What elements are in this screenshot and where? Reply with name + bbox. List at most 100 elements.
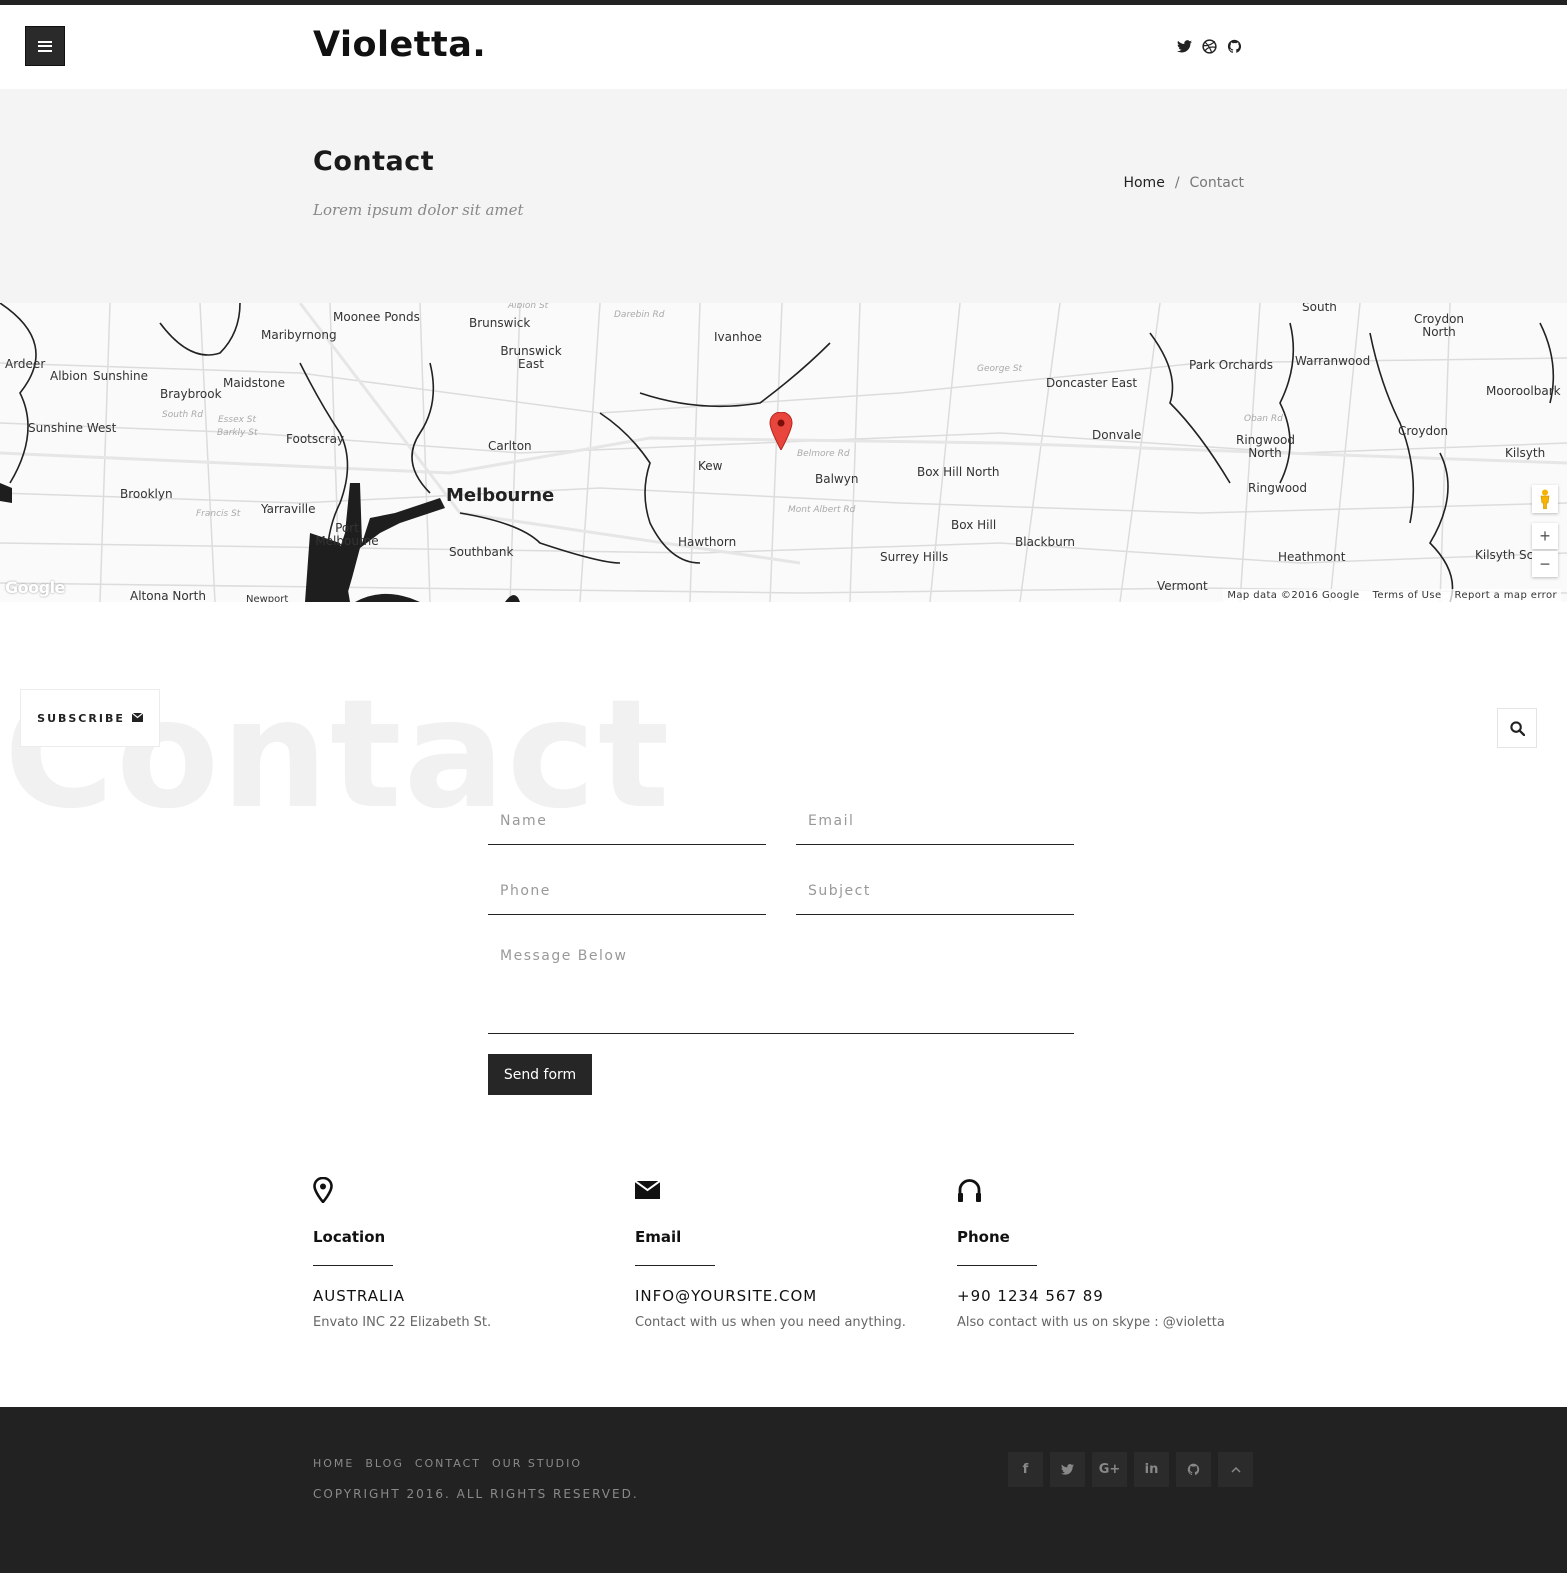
google-logo: Google (5, 578, 65, 597)
map-label: Heathmont (1278, 550, 1346, 564)
email-input[interactable] (796, 797, 1074, 845)
map-label: Sunshine (93, 369, 149, 383)
map-label: Footscray (286, 432, 345, 446)
breadcrumb-separator: / (1174, 175, 1180, 191)
location-pin-icon (313, 1177, 613, 1205)
map-label: Albion (50, 369, 88, 383)
divider (957, 1265, 1037, 1266)
map-label: Blackburn (1015, 535, 1076, 549)
map-label: Melbourne (446, 485, 555, 506)
info-value[interactable]: INFO@YOURSITE.COM (635, 1287, 935, 1305)
page-title: Contact (313, 146, 435, 177)
map-road-label: Essex St (218, 415, 257, 425)
map-road-label: Albion St (508, 303, 549, 311)
map-label: Port Melbourne (315, 521, 379, 549)
info-phone: Phone +90 1234 567 89 Also contact with … (957, 1177, 1257, 1330)
map-report-error-link[interactable]: Report a map error (1455, 590, 1557, 601)
breadcrumb: Home / Contact (1123, 175, 1244, 191)
map-label: Mooroolbark (1486, 384, 1561, 398)
map-road-label: Mont Albert Rd (788, 505, 856, 515)
twitter-icon[interactable] (1050, 1452, 1085, 1487)
map-label: Moonee Ponds (333, 310, 420, 324)
send-form-button[interactable]: Send form (488, 1054, 592, 1095)
map-label: Box Hill North (917, 465, 1000, 479)
divider (635, 1265, 715, 1266)
map-label: Box Hill (951, 518, 997, 532)
info-description: Also contact with us on skype : @violett… (957, 1315, 1225, 1330)
google-map[interactable]: Moonee Ponds Brunswick Brunswick East Iv… (0, 303, 1567, 602)
envelope-icon (635, 1177, 935, 1205)
message-textarea[interactable] (488, 932, 1074, 1034)
street-view-pegman-icon[interactable] (1532, 485, 1558, 513)
map-road-label: George St (977, 364, 1023, 374)
map-label: Surrey Hills (880, 550, 949, 564)
map-label: Newport (246, 594, 289, 602)
map-label: Doncaster East (1046, 376, 1138, 390)
map-road-label: South Rd (162, 410, 203, 420)
map-road-label: Oban Rd (1244, 414, 1283, 424)
site-logo[interactable]: Violetta. (313, 25, 486, 65)
info-title: Phone (957, 1228, 1010, 1246)
linkedin-icon[interactable]: in (1134, 1452, 1169, 1487)
map-label: Southbank (449, 545, 514, 559)
map-road-label: Darebin Rd (614, 310, 665, 320)
facebook-icon[interactable]: f (1008, 1452, 1043, 1487)
page-title-band: Contact Lorem ipsum dolor sit amet Home … (0, 89, 1567, 303)
info-description: Envato INC 22 Elizabeth St. (313, 1315, 492, 1330)
map-label: Ivanhoe (714, 330, 762, 344)
hamburger-icon (38, 40, 52, 52)
map-attribution: Map data ©2016 Google Terms of Use Repor… (1223, 589, 1561, 602)
info-title: Email (635, 1228, 682, 1246)
map-label: Park Orchards (1189, 358, 1274, 372)
footer-social-links: f G+ in (1008, 1452, 1253, 1487)
map-label: Maidstone (223, 376, 285, 390)
menu-toggle-button[interactable] (25, 26, 65, 66)
google-plus-icon[interactable]: G+ (1092, 1452, 1127, 1487)
envelope-icon (131, 712, 144, 725)
copyright-text: COPYRIGHT 2016. ALL RIGHTS RESERVED. (313, 1487, 639, 1501)
footer-nav-our-studio[interactable]: OUR STUDIO (492, 1457, 582, 1470)
headphones-icon (957, 1177, 1257, 1205)
map-label: Croydon (1398, 424, 1449, 438)
map-label: Warranwood (1295, 354, 1371, 368)
map-label: Maribyrnong (261, 328, 337, 342)
header-social-links (1176, 38, 1243, 55)
subscribe-label: SUBSCRIBE (37, 711, 125, 725)
map-marker-icon[interactable] (769, 412, 793, 450)
back-to-top-icon[interactable] (1218, 1452, 1253, 1487)
info-value: AUSTRALIA (313, 1287, 406, 1305)
info-value: +90 1234 567 89 (957, 1287, 1104, 1305)
map-label: Brunswick East (500, 344, 562, 372)
map-zoom-in-button[interactable]: + (1532, 523, 1558, 549)
twitter-icon[interactable] (1176, 38, 1193, 55)
map-label: Ringwood (1248, 481, 1308, 495)
subject-input[interactable] (796, 867, 1074, 915)
name-input[interactable] (488, 797, 766, 845)
map-terms-link[interactable]: Terms of Use (1373, 590, 1442, 601)
github-icon[interactable] (1176, 1452, 1211, 1487)
info-location: Location AUSTRALIA Envato INC 22 Elizabe… (313, 1177, 613, 1330)
info-description: Contact with us when you need anything. (635, 1315, 906, 1330)
footer-nav-blog[interactable]: BLOG (365, 1457, 403, 1470)
map-label: Vermont (1157, 579, 1208, 593)
dribbble-icon[interactable] (1201, 38, 1218, 55)
map-label: Donvale (1092, 428, 1142, 442)
map-road-label: Francis St (196, 509, 241, 519)
subscribe-button[interactable]: SUBSCRIBE (20, 689, 160, 747)
search-button[interactable] (1497, 708, 1537, 748)
map-label: Sunshine West (28, 421, 117, 435)
footer-nav-home[interactable]: HOME (313, 1457, 354, 1470)
footer-nav-contact[interactable]: CONTACT (415, 1457, 481, 1470)
map-road-label: Barkly St (217, 428, 258, 438)
phone-input[interactable] (488, 867, 766, 915)
page-subtitle: Lorem ipsum dolor sit amet (313, 201, 524, 219)
site-footer: HOME BLOG CONTACT OUR STUDIO COPYRIGHT 2… (0, 1407, 1567, 1573)
map-zoom-out-button[interactable]: − (1532, 551, 1558, 577)
github-icon[interactable] (1226, 38, 1243, 55)
map-label: Croydon North (1413, 312, 1465, 340)
map-label: Ardeer (5, 357, 46, 371)
footer-nav: HOME BLOG CONTACT OUR STUDIO (313, 1457, 582, 1470)
breadcrumb-home-link[interactable]: Home (1123, 175, 1164, 191)
map-label: Hawthorn (678, 535, 737, 549)
map-label: Kilsyth Sc (1475, 548, 1534, 562)
